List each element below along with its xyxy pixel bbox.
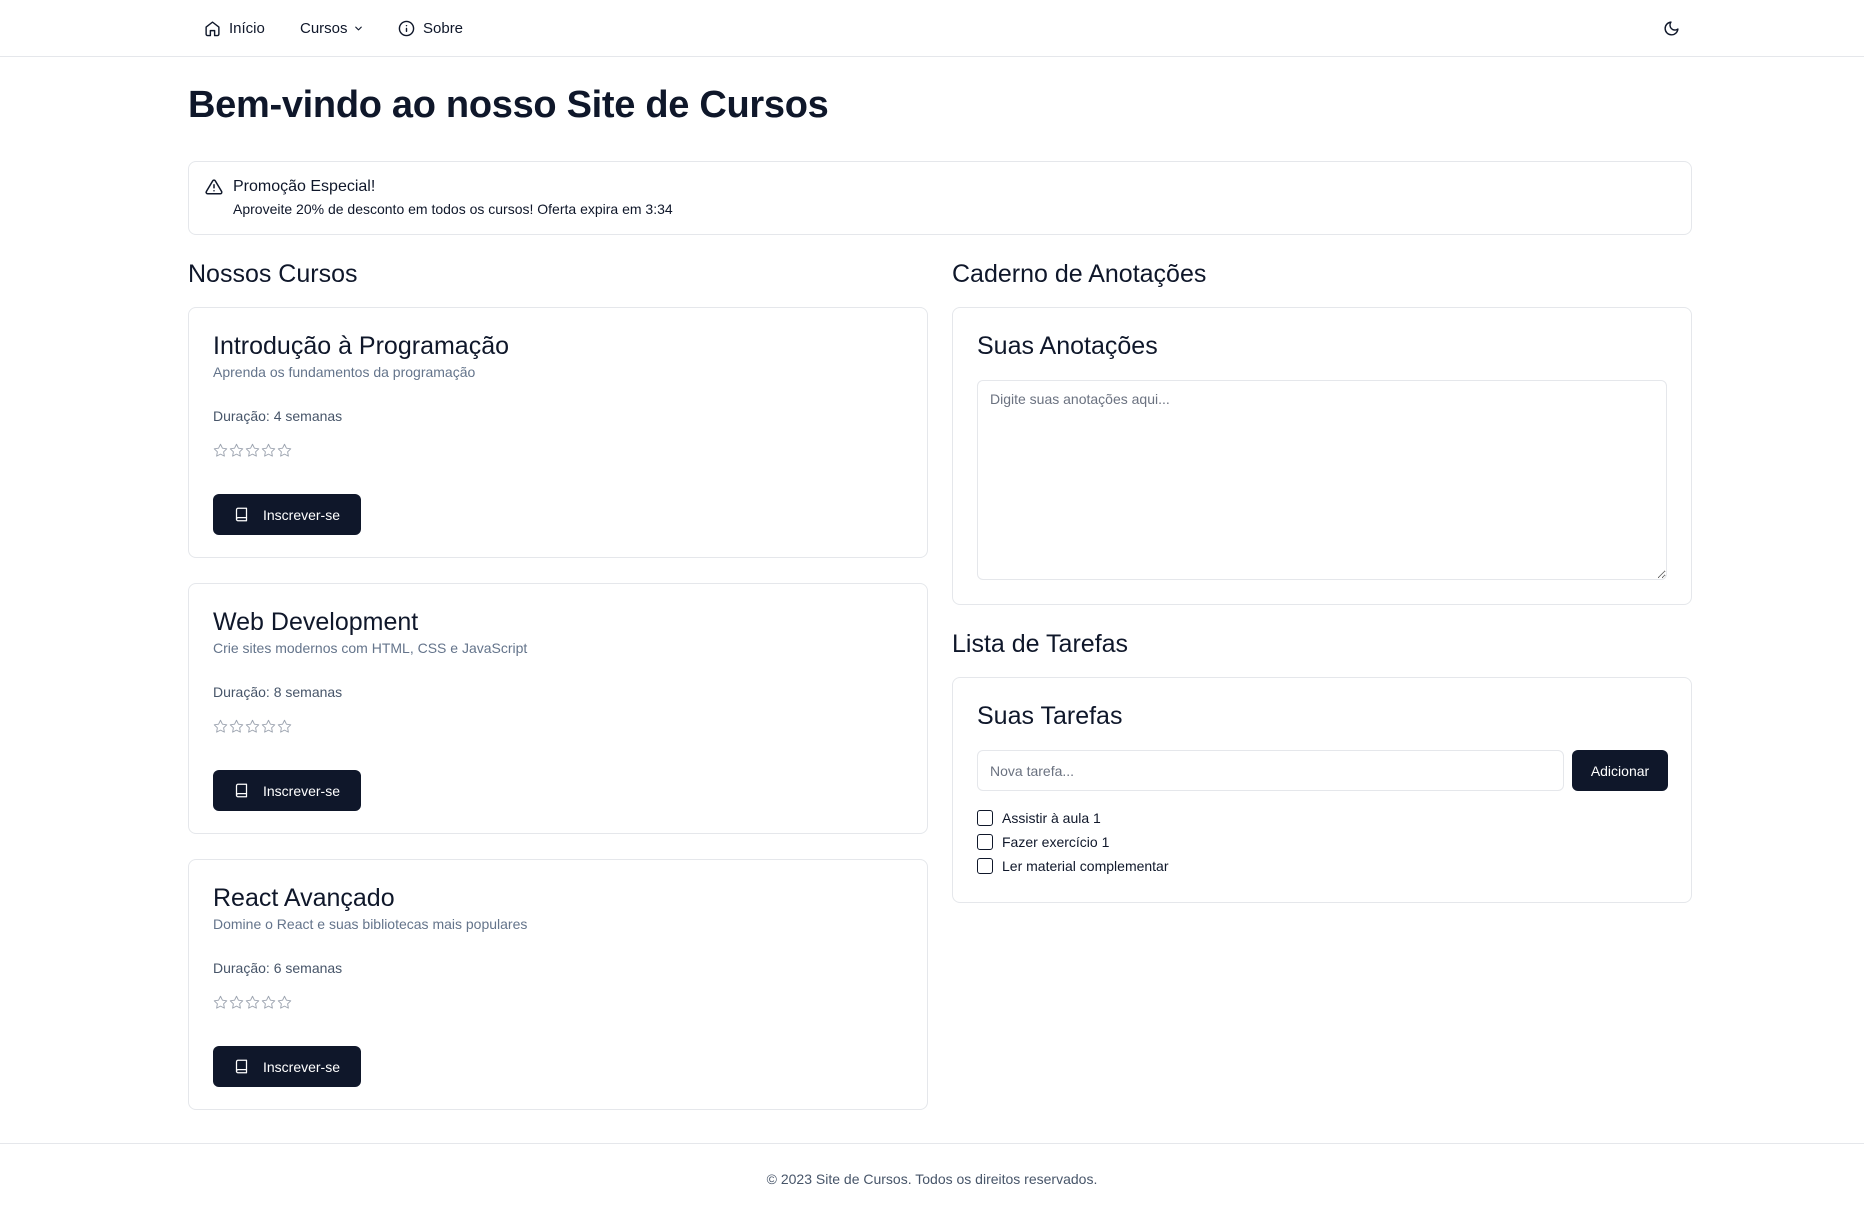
theme-toggle-button[interactable] [1660, 17, 1682, 39]
footer: © 2023 Site de Cursos. Todos os direitos… [0, 1143, 1864, 1212]
star-rating [213, 443, 292, 458]
star-icon[interactable] [261, 443, 276, 458]
star-icon[interactable] [245, 719, 260, 734]
course-description: Domine o React e suas bibliotecas mais p… [213, 916, 528, 932]
star-icon[interactable] [245, 443, 260, 458]
task-checkbox[interactable] [977, 834, 993, 850]
alert-title: Promoção Especial! [233, 178, 376, 195]
star-icon[interactable] [229, 719, 244, 734]
star-icon[interactable] [229, 995, 244, 1010]
task-item: Assistir à aula 1 [977, 806, 1169, 830]
nav-item-sobre-label: Sobre [423, 19, 464, 37]
new-task-input[interactable] [977, 750, 1564, 791]
course-title: Web Development [213, 608, 419, 636]
course-title: React Avançado [213, 884, 395, 912]
nav-item-cursos-label: Cursos [300, 19, 348, 37]
task-list: Assistir à aula 1 Fazer exercício 1 Ler … [977, 806, 1169, 878]
add-task-button[interactable]: Adicionar [1572, 750, 1668, 791]
task-item: Fazer exercício 1 [977, 830, 1169, 854]
course-duration: Duração: 4 semanas [213, 408, 343, 424]
tasks-heading: Lista de Tarefas [952, 630, 1129, 658]
star-icon[interactable] [277, 443, 292, 458]
star-rating [213, 719, 292, 734]
course-description: Aprenda os fundamentos da programação [213, 364, 476, 380]
star-icon[interactable] [213, 443, 228, 458]
chevron-down-icon [354, 26, 362, 30]
star-icon[interactable] [213, 719, 228, 734]
tasks-card: Suas Tarefas Adicionar Assistir à aula 1… [952, 677, 1692, 903]
course-description: Crie sites modernos com HTML, CSS e Java… [213, 640, 528, 656]
star-icon[interactable] [277, 719, 292, 734]
star-icon[interactable] [229, 443, 244, 458]
course-duration: Duração: 8 semanas [213, 684, 343, 700]
course-title: Introdução à Programação [213, 332, 510, 360]
task-checkbox[interactable] [977, 810, 993, 826]
course-card: Web Development Crie sites modernos com … [188, 583, 928, 834]
star-rating [213, 995, 292, 1010]
notes-card-title: Suas Anotações [977, 332, 1158, 360]
page-title: Bem-vindo ao nosso Site de Cursos [188, 84, 829, 126]
promo-alert: Promoção Especial! Aproveite 20% de desc… [188, 161, 1692, 235]
alert-text: Aproveite 20% de desconto em todos os cu… [233, 201, 673, 217]
warning-triangle-icon [205, 179, 223, 195]
courses-heading: Nossos Cursos [188, 260, 358, 288]
course-card: Introdução à Programação Aprenda os fund… [188, 307, 928, 558]
book-icon [235, 1059, 248, 1074]
enroll-button[interactable]: Inscrever-se [213, 494, 361, 535]
task-label: Ler material complementar [1002, 858, 1169, 874]
info-icon [398, 20, 415, 36]
course-card: React Avançado Domine o React e suas bib… [188, 859, 928, 1110]
enroll-button-label: Inscrever-se [262, 1058, 341, 1075]
task-checkbox[interactable] [977, 858, 993, 874]
enroll-button-label: Inscrever-se [262, 782, 341, 799]
enroll-button[interactable]: Inscrever-se [213, 1046, 361, 1087]
course-duration: Duração: 6 semanas [213, 960, 343, 976]
notes-textarea[interactable] [977, 380, 1667, 580]
nav-item-home-label: Início [229, 19, 265, 37]
home-icon [205, 20, 220, 36]
top-navbar: Início Cursos Sobre [0, 0, 1864, 57]
moon-icon [1664, 20, 1679, 35]
book-icon [235, 507, 248, 522]
star-icon[interactable] [261, 995, 276, 1010]
nav-item-cursos[interactable]: Cursos [300, 18, 364, 38]
task-item: Ler material complementar [977, 854, 1169, 878]
enroll-button-label: Inscrever-se [262, 506, 341, 523]
nav-item-sobre[interactable]: Sobre [398, 18, 463, 38]
star-icon[interactable] [245, 995, 260, 1010]
task-label: Fazer exercício 1 [1002, 834, 1110, 850]
book-icon [235, 783, 248, 798]
star-icon[interactable] [277, 995, 292, 1010]
footer-copyright: © 2023 Site de Cursos. Todos os direitos… [766, 1171, 1098, 1187]
enroll-button[interactable]: Inscrever-se [213, 770, 361, 811]
star-icon[interactable] [213, 995, 228, 1010]
star-icon[interactable] [261, 719, 276, 734]
tasks-card-title: Suas Tarefas [977, 702, 1123, 730]
task-label: Assistir à aula 1 [1002, 810, 1101, 826]
nav-item-home[interactable]: Início [204, 18, 265, 38]
notes-heading: Caderno de Anotações [952, 260, 1207, 288]
notes-card: Suas Anotações [952, 307, 1692, 605]
